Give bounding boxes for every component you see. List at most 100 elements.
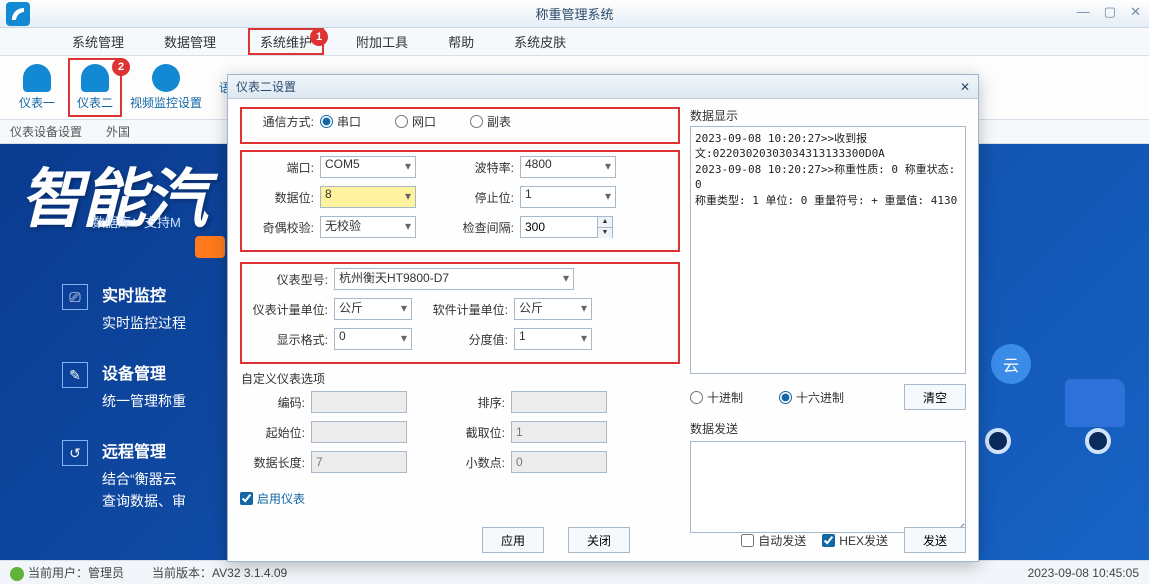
datalen-input [311,451,407,473]
feat2-title: 设备管理 [102,362,186,388]
menu-help[interactable]: 帮助 [440,28,482,55]
hexsend-checkbox[interactable]: HEX发送 [822,532,888,549]
menu-sysadmin[interactable]: 系统管理 [64,28,132,55]
orange-pill [195,236,225,258]
remote-icon: ↺ [62,440,88,466]
interval-label: 检查间隔: [450,219,514,236]
status-user-label: 当前用户： [28,566,88,580]
dialog-titlebar: 仪表二设置 ✕ [228,75,978,99]
toolbar-meter2-label: 仪表二 [77,96,113,110]
databit-select[interactable]: 8 [320,186,416,208]
custom-legend: 自定义仪表选项 [241,370,329,391]
decimal-label: 小数点: [441,454,505,471]
clear-button[interactable]: 清空 [904,384,966,410]
log-output[interactable]: 2023-09-08 10:20:27>>收到报 文:0220302030303… [690,126,966,374]
cutbit-label: 截取位: [441,424,505,441]
dispfmt-select[interactable]: 0 [334,328,412,350]
feat3-desc1: 结合“衡器云 [102,471,177,487]
serial-settings-group: 端口: COM5 波特率: 4800 数据位: 8 停止位: 1 奇偶校验: 无… [240,150,680,252]
menu-dataadmin[interactable]: 数据管理 [156,28,224,55]
port-select[interactable]: COM5 [320,156,416,178]
comm-serial-radio[interactable]: 串口 [320,113,361,130]
toolbar-meter1-label: 仪表一 [19,96,55,110]
subbar-dev[interactable]: 仪表设备设置 [10,123,82,140]
menu-addon[interactable]: 附加工具 [348,28,416,55]
stopbit-select[interactable]: 1 [520,186,616,208]
spin-down[interactable]: ▼ [598,228,612,238]
soft-unit-select[interactable]: 公斤 [514,298,592,320]
databit-label: 数据位: [250,189,314,206]
custom-options-group: 自定义仪表选项 编码: 排序: 起始位: 截取位: 数据长度: [240,370,680,482]
baud-label: 波特率: [450,159,514,176]
comm-mode-label: 通信方式: [250,113,314,130]
menubar: 系统管理 数据管理 系统维护 附加工具 帮助 系统皮肤 [0,28,1149,56]
toolbar-video[interactable]: 视频监控设置 [126,60,206,115]
code-input [311,391,407,413]
interval-spinner[interactable]: ▲▼ [520,216,613,238]
autosend-checkbox[interactable]: 自动发送 [741,532,806,549]
annotation-badge-1: 1 [310,28,328,46]
db-support-text: 数据库：支持M [92,212,181,231]
decimal-input [511,451,607,473]
model-select[interactable]: 杭州衡天HT9800-D7 [334,268,574,290]
comm-mode-group: 通信方式: 串口 网口 副表 [240,107,680,144]
send-textarea[interactable] [690,441,966,533]
user-icon [10,567,24,581]
radix-hex-radio[interactable]: 十六进制 [779,389,844,406]
interval-input[interactable] [520,216,598,238]
dialog-title: 仪表二设置 [236,78,296,95]
division-select[interactable]: 1 [514,328,592,350]
status-ver-label: 当前版本： [152,566,212,580]
statusbar: 当前用户：管理员 当前版本：AV32 3.1.4.09 2023-09-08 1… [0,560,1149,584]
datalen-label: 数据长度: [241,454,305,471]
toolbar-meter1[interactable]: 仪表一 [10,60,64,115]
meter-unit-label: 仪表计量单位: [250,301,328,318]
send-label: 数据发送 [690,420,966,437]
port-label: 端口: [250,159,314,176]
meter-unit-select[interactable]: 公斤 [334,298,412,320]
close-button[interactable]: ✕ [1130,4,1141,20]
menu-skin[interactable]: 系统皮肤 [506,28,574,55]
feat1-title: 实时监控 [102,284,186,310]
meter2-settings-dialog: 仪表二设置 ✕ 通信方式: 串口 网口 副表 端口: COM5 波特率: [227,74,979,562]
subbar-foreign[interactable]: 外国 [106,123,130,140]
send-button[interactable]: 发送 [904,527,966,553]
minimize-button[interactable]: — [1077,4,1090,20]
feat2-desc: 统一管理称重 [102,393,186,409]
stopbit-label: 停止位: [450,189,514,206]
status-user: 管理员 [88,566,124,580]
dialog-close-icon[interactable]: ✕ [960,80,970,94]
model-label: 仪表型号: [250,271,328,288]
parity-select[interactable]: 无校验 [320,216,416,238]
soft-unit-label: 软件计量单位: [430,301,508,318]
code-label: 编码: [241,394,305,411]
feat1-desc: 实时监控过程 [102,315,186,331]
feature-list: ⎚ 实时监控实时监控过程 ✎ 设备管理统一管理称重 ↺ 远程管理结合“衡器云查询数据、… [62,284,186,540]
gear-icon [152,64,180,92]
comm-net-radio[interactable]: 网口 [395,113,436,130]
feat3-desc2: 查询数据、审 [102,493,186,509]
feat3-title: 远程管理 [102,440,186,466]
startbit-label: 起始位: [241,424,305,441]
comm-aux-radio[interactable]: 副表 [470,113,511,130]
apply-button[interactable]: 应用 [482,527,544,553]
gauge-icon [23,64,51,92]
log-label: 数据显示 [690,107,966,124]
close-dialog-button[interactable]: 关闭 [568,527,630,553]
radix-dec-radio[interactable]: 十进制 [690,389,743,406]
cutbit-input [511,421,607,443]
maximize-button[interactable]: ▢ [1104,4,1116,20]
window-title: 称重管理系统 [535,4,613,23]
baud-select[interactable]: 4800 [520,156,616,178]
sort-label: 排序: [441,394,505,411]
annotation-badge-2: 2 [112,58,130,76]
enable-meter-checkbox[interactable]: 启用仪表 [240,490,305,507]
toolbar-video-label: 视频监控设置 [130,96,202,110]
status-time: 2023-09-08 10:45:05 [1028,566,1139,580]
status-version: AV32 3.1.4.09 [212,566,287,580]
sort-input [511,391,607,413]
startbit-input [311,421,407,443]
device-icon: ✎ [62,362,88,388]
spin-up[interactable]: ▲ [598,217,612,228]
monitor-icon: ⎚ [62,284,88,310]
